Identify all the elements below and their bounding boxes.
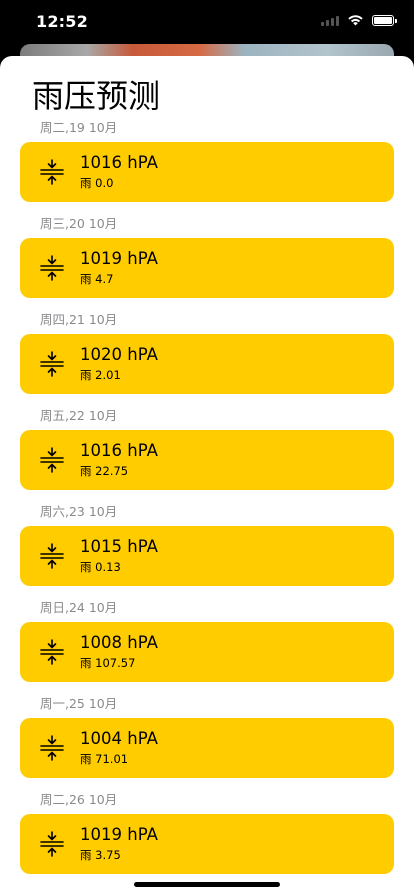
forecast-day: 周二,26 10月 1019 hPA 雨 3.75 (0, 788, 414, 884)
date-label: 周一,25 10月 (40, 696, 118, 711)
forecast-day: 周三,20 10月 1019 hPA 雨 4.7 (0, 212, 414, 308)
date-label: 周六,23 10月 (40, 504, 118, 519)
status-icons (321, 14, 397, 26)
forecast-day: 周一,25 10月 1004 hPA 雨 71.01 (0, 692, 414, 788)
forecast-card[interactable]: 1019 hPA 雨 3.75 (20, 814, 394, 874)
date-label: 周二,19 10月 (40, 120, 118, 135)
pressure-value: 1008 hPA (80, 633, 158, 652)
forecast-card[interactable]: 1019 hPA 雨 4.7 (20, 238, 394, 298)
battery-icon (372, 14, 397, 26)
date-label: 周三,20 10月 (40, 216, 118, 231)
pressure-value: 1016 hPA (80, 153, 158, 172)
forecast-card[interactable]: 1015 hPA 雨 0.13 (20, 526, 394, 586)
forecast-card[interactable]: 1016 hPA 雨 0.0 (20, 142, 394, 202)
pressure-value: 1015 hPA (80, 537, 158, 556)
pressure-value: 1004 hPA (80, 729, 158, 748)
rain-value: 雨 22.75 (80, 464, 129, 478)
date-label: 周四,21 10月 (40, 312, 118, 327)
forecast-card[interactable]: 1004 hPA 雨 71.01 (20, 718, 394, 778)
rain-value: 雨 2.01 (80, 368, 121, 382)
date-label: 周五,22 10月 (40, 408, 118, 423)
forecast-day: 周五,22 10月 1016 hPA 雨 22.75 (0, 404, 414, 500)
rain-value: 雨 0.13 (80, 560, 121, 574)
forecast-day: 周六,23 10月 1015 hPA 雨 0.13 (0, 500, 414, 596)
pressure-compress-icon (40, 543, 64, 569)
date-label: 周日,24 10月 (40, 600, 118, 615)
pressure-compress-icon (40, 639, 64, 665)
forecast-card[interactable]: 1008 hPA 雨 107.57 (20, 622, 394, 682)
forecast-day: 周四,21 10月 1020 hPA 雨 2.01 (0, 308, 414, 404)
forecast-card[interactable]: 1016 hPA 雨 22.75 (20, 430, 394, 490)
pressure-compress-icon (40, 735, 64, 761)
wifi-icon (348, 15, 363, 26)
rain-value: 雨 4.7 (80, 272, 114, 286)
forecast-day: 周日,24 10月 1008 hPA 雨 107.57 (0, 596, 414, 692)
home-indicator[interactable] (134, 882, 280, 887)
forecast-day: 周二,19 10月 1016 hPA 雨 0.0 (0, 116, 414, 212)
rain-value: 雨 107.57 (80, 656, 136, 670)
pressure-value: 1020 hPA (80, 345, 158, 364)
pressure-value: 1019 hPA (80, 249, 158, 268)
rain-value: 雨 0.0 (80, 176, 114, 190)
pressure-compress-icon (40, 831, 64, 857)
cellular-signal-icon (321, 15, 339, 26)
pressure-compress-icon (40, 255, 64, 281)
pressure-value: 1016 hPA (80, 441, 158, 460)
pressure-value: 1019 hPA (80, 825, 158, 844)
forecast-list[interactable]: 周二,19 10月 1016 hPA 雨 0.0 周三,20 10月 1019 … (0, 116, 414, 884)
status-bar: 12:52 (0, 0, 414, 44)
pressure-compress-icon (40, 351, 64, 377)
pressure-compress-icon (40, 447, 64, 473)
page-title: 雨压预测 (32, 77, 161, 115)
pressure-compress-icon (40, 159, 64, 185)
status-time: 12:52 (36, 12, 88, 31)
rain-value: 雨 3.75 (80, 848, 121, 862)
forecast-sheet[interactable]: 雨压预测 周二,19 10月 1016 hPA 雨 0.0 周三,20 10月 … (0, 56, 414, 896)
rain-value: 雨 71.01 (80, 752, 129, 766)
date-label: 周二,26 10月 (40, 792, 118, 807)
forecast-card[interactable]: 1020 hPA 雨 2.01 (20, 334, 394, 394)
